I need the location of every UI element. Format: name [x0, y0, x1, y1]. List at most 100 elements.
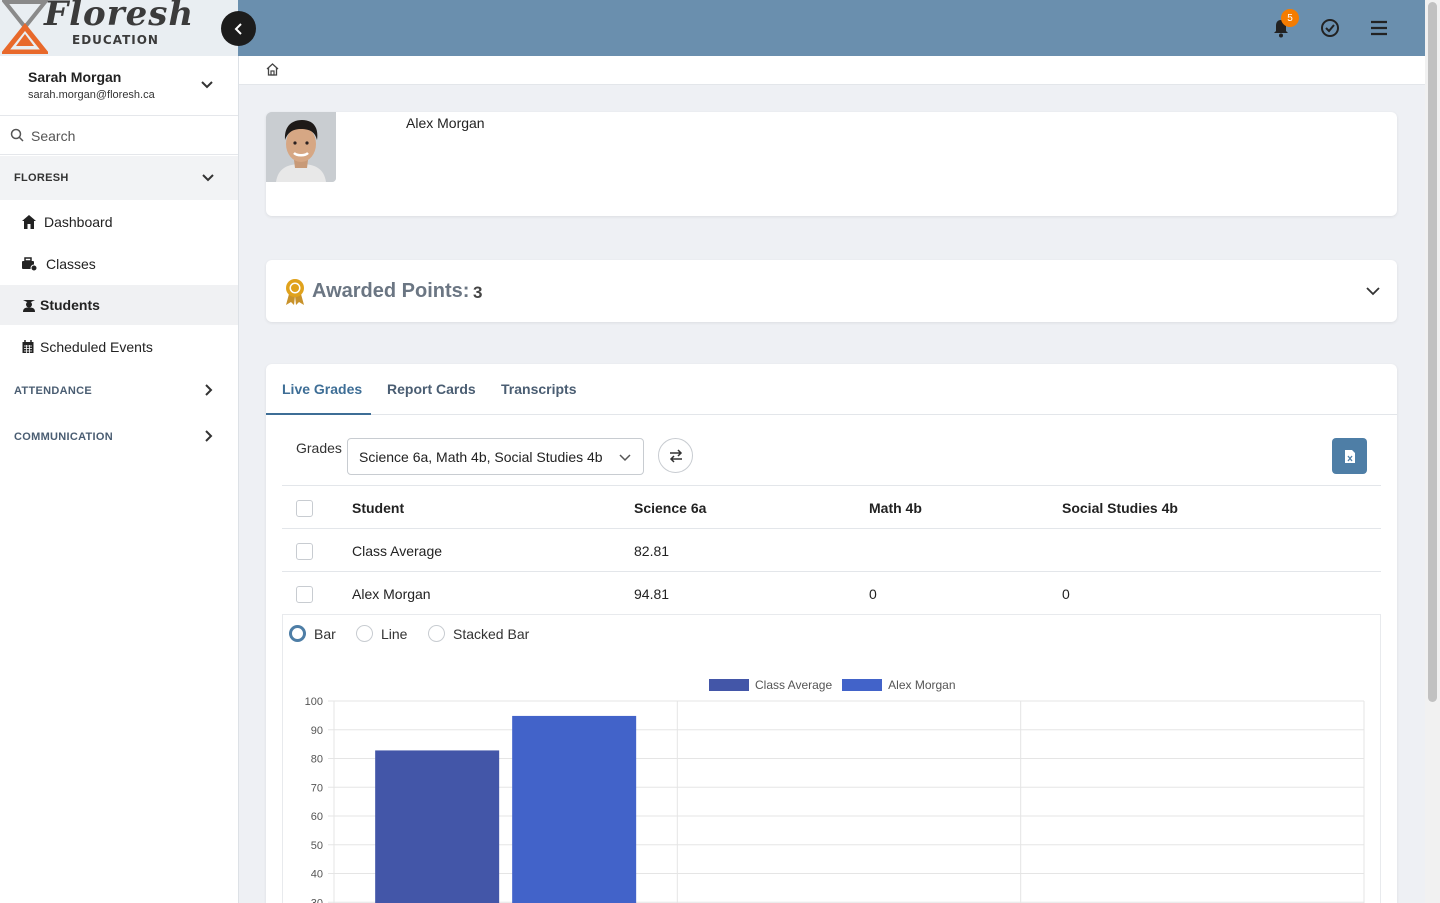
y-tick-label: 50 [311, 840, 323, 852]
y-tick-label: 60 [311, 811, 323, 823]
legend-swatch [842, 679, 883, 691]
section-communication[interactable]: COMMUNICATION [0, 415, 238, 459]
bar-chart: 100 90 80 70 60 50 40 30 [305, 696, 1365, 903]
legend-swatch [709, 679, 749, 691]
y-tick-label: 100 [305, 696, 323, 708]
notification-badge: 5 [1281, 9, 1299, 27]
tab-transcripts[interactable]: Transcripts [501, 381, 576, 397]
avatar-photo [266, 112, 336, 182]
radio-label: Line [381, 625, 408, 642]
radio-dot [428, 625, 445, 642]
grades-panel: Live Grades Report Cards Transcripts Gra… [266, 364, 1397, 903]
grades-select[interactable]: Science 6a, Math 4b, Social Studies 4b [347, 438, 644, 475]
column-header[interactable]: Math 4b [869, 500, 922, 516]
home-icon[interactable] [265, 62, 280, 77]
tasks-button[interactable] [1318, 16, 1342, 40]
student-avatar [266, 112, 336, 182]
legend-item[interactable]: Alex Morgan [842, 678, 956, 692]
table-header-row: Student Science 6a Math 4b Social Studie… [282, 485, 1381, 528]
legend-label: Class Average [755, 678, 833, 692]
chart-type-line-radio[interactable]: Line [356, 625, 407, 642]
bar [512, 715, 637, 903]
sidebar-item-label: Dashboard [44, 214, 113, 230]
sidebar-item-label: Students [40, 297, 100, 313]
sidebar-item-classes[interactable]: Classes [0, 244, 238, 284]
chart-type-bar-radio[interactable]: Bar [289, 625, 336, 642]
legend-item[interactable]: Class Average [709, 678, 832, 692]
column-header[interactable]: Science 6a [634, 500, 706, 516]
chevron-down-icon[interactable] [1365, 283, 1381, 299]
y-tick-label: 70 [311, 782, 323, 794]
search-icon [10, 128, 24, 142]
export-excel-button[interactable] [1332, 438, 1367, 474]
radio-label: Stacked Bar [453, 625, 530, 642]
chart-type-stacked-bar-radio[interactable]: Stacked Bar [428, 625, 529, 642]
y-tick-label: 40 [311, 869, 323, 881]
section-attendance[interactable]: ATTENDANCE [0, 369, 238, 413]
radio-dot [356, 625, 373, 642]
sidebar-item-label: Scheduled Events [40, 339, 153, 355]
user-name: Sarah Morgan [28, 69, 122, 85]
collapse-sidebar-button[interactable] [221, 11, 256, 46]
sidebar-item-scheduled-events[interactable]: Scheduled Events [0, 327, 238, 367]
grades-select-value: Science 6a, Math 4b, Social Studies 4b [359, 449, 603, 465]
table-cell: Alex Morgan [352, 586, 431, 602]
chevron-down-icon [202, 174, 214, 182]
y-tick-label: 30 [311, 897, 323, 903]
swap-axes-button[interactable] [658, 438, 693, 473]
awarded-points-value: 3 [473, 283, 483, 302]
row-checkbox[interactable] [296, 543, 313, 560]
chart-legend: Class Average Alex Morgan [709, 678, 966, 692]
user-menu[interactable]: Sarah Morgan sarah.morgan@floresh.ca [0, 56, 238, 116]
grades-chart-panel: Bar Line Stacked Bar Class Average Alex … [282, 614, 1381, 903]
tab-live-grades[interactable]: Live Grades [282, 381, 362, 397]
grades-table: Student Science 6a Math 4b Social Studie… [282, 485, 1381, 614]
table-cell: Class Average [352, 543, 443, 559]
sidebar-item-students[interactable]: Students [0, 285, 238, 325]
brand-name: Floresh [44, 0, 195, 34]
student-profile-card: Alex Morgan [266, 112, 1397, 216]
menu-button[interactable] [1367, 16, 1391, 40]
sidebar: Sarah Morgan sarah.morgan@floresh.ca FLO… [0, 56, 239, 903]
section-communication-label: COMMUNICATION [14, 431, 114, 443]
calendar-icon [22, 340, 34, 353]
chevron-right-icon [205, 430, 213, 442]
chevron-down-icon [619, 454, 631, 462]
scrollbar-thumb[interactable] [1428, 2, 1437, 702]
awarded-points-panel[interactable]: Awarded Points: 3 [266, 260, 1397, 322]
awarded-points-label: Awarded Points: [312, 280, 470, 302]
user-email: sarah.morgan@floresh.ca [28, 89, 155, 101]
table-cell: 0 [1062, 586, 1070, 602]
grades-label: Grades [296, 440, 342, 456]
search-bar [0, 116, 238, 155]
column-header[interactable]: Student [352, 500, 404, 516]
select-all-checkbox[interactable] [296, 500, 313, 517]
chevron-down-icon [201, 81, 213, 89]
check-circle-icon [1321, 19, 1339, 37]
row-checkbox[interactable] [296, 586, 313, 603]
page-scrollbar[interactable] [1425, 0, 1440, 903]
table-cell: 82.81 [634, 543, 670, 559]
section-floresh-label: FLORESH [14, 172, 69, 184]
brand-sub: EDUCATION [72, 33, 159, 47]
logo[interactable]: Floresh EDUCATION [0, 0, 238, 56]
y-tick-label: 90 [311, 725, 323, 737]
table-row: Alex Morgan 94.81 0 0 [282, 571, 1381, 614]
student-icon [23, 300, 35, 312]
legend-label: Alex Morgan [888, 678, 956, 692]
classes-icon [22, 257, 37, 272]
section-floresh[interactable]: FLORESH [0, 156, 238, 200]
table-cell: 94.81 [634, 586, 670, 602]
swap-arrows-icon [669, 448, 682, 463]
table-cell: 0 [869, 586, 877, 602]
breadcrumb [239, 56, 1425, 85]
hamburger-icon [1371, 20, 1387, 36]
radio-label: Bar [314, 625, 336, 642]
search-input[interactable] [31, 125, 221, 147]
column-header[interactable]: Social Studies 4b [1062, 500, 1178, 516]
y-tick-label: 80 [311, 754, 323, 766]
tab-report-cards[interactable]: Report Cards [387, 381, 476, 397]
sidebar-item-dashboard[interactable]: Dashboard [0, 202, 238, 242]
table-row: Class Average 82.81 [282, 528, 1381, 571]
tab-bar: Live Grades Report Cards Transcripts [266, 364, 1397, 415]
